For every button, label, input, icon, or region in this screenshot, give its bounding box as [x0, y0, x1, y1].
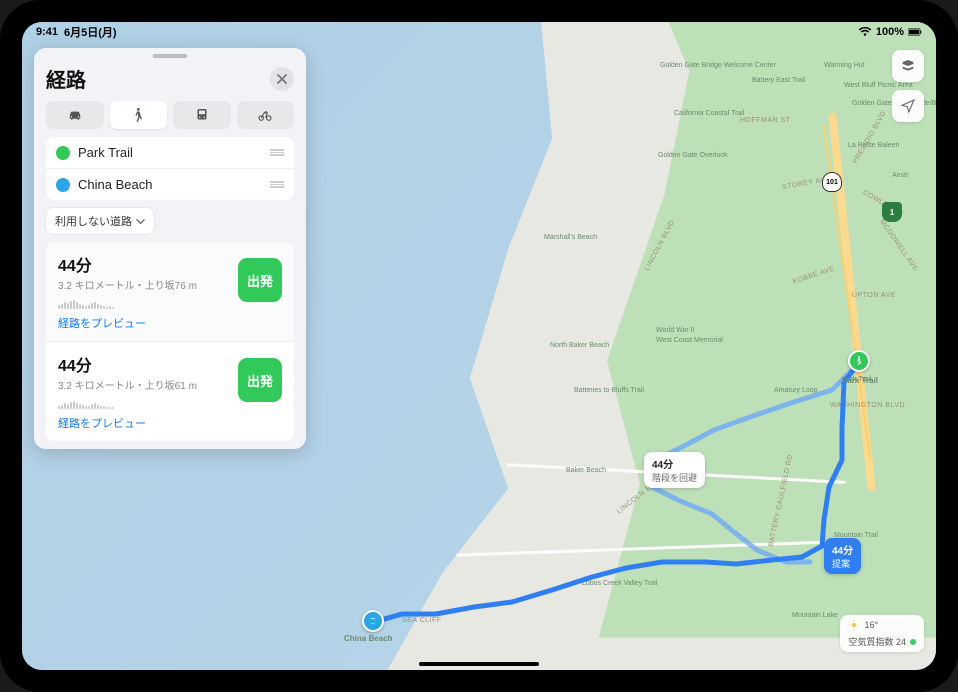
location-arrow-icon: [900, 98, 916, 114]
start-dot-icon: [56, 146, 70, 160]
status-date: 6月5日(月): [64, 24, 117, 40]
transport-mode-selector: [34, 101, 306, 137]
waypoint-start-label: Park Trail: [78, 145, 133, 160]
avoid-roads-label: 利用しない道路: [55, 213, 132, 229]
marker-start[interactable]: [848, 350, 870, 372]
callout-note: 提案: [832, 557, 853, 570]
chevron-down-icon: [136, 217, 145, 226]
sun-icon: [848, 619, 860, 631]
map-layers-icon: [900, 58, 916, 74]
preview-route-link[interactable]: 経路をプレビュー: [58, 315, 282, 331]
home-indicator[interactable]: [419, 662, 539, 666]
waypoint-end-label: China Beach: [78, 177, 152, 192]
go-button[interactable]: 出発: [238, 358, 282, 402]
callout-note: 階段を回避: [652, 471, 697, 484]
preview-route-link[interactable]: 経路をプレビュー: [58, 415, 282, 431]
car-icon: [66, 106, 84, 124]
wifi-icon: [858, 27, 872, 37]
close-button[interactable]: [270, 67, 294, 91]
avoid-roads-button[interactable]: 利用しない道路: [46, 208, 154, 234]
marker-start-label: Park Trail: [842, 376, 878, 385]
route-option-2[interactable]: 44分 3.2 キロメートル・上り坂61 m 経路をプレビュー 出発: [46, 342, 294, 441]
panel-title: 経路: [46, 64, 86, 93]
reorder-handle-icon[interactable]: [270, 181, 284, 188]
route-option-1[interactable]: 44分 3.2 キロメートル・上り坂76 m 経路をプレビュー 出発: [46, 242, 294, 342]
beach-icon: [367, 615, 379, 627]
status-battery-pct: 100%: [876, 26, 904, 38]
status-bar: 9:41 6月5日(月) 100%: [22, 22, 936, 42]
marker-end-label: China Beach: [344, 634, 392, 643]
status-time: 9:41: [36, 26, 58, 38]
map-layers-button[interactable]: [892, 50, 924, 82]
reorder-handle-icon[interactable]: [270, 149, 284, 156]
directions-panel: 経路: [34, 48, 306, 449]
waypoint-start[interactable]: Park Trail: [46, 137, 294, 169]
close-icon: [277, 74, 287, 84]
aqi-dot-icon: [910, 639, 916, 645]
mode-bike[interactable]: [237, 101, 295, 129]
drag-handle[interactable]: [153, 54, 187, 58]
route-callout-main[interactable]: 44分 提案: [824, 538, 861, 574]
transit-icon: [193, 106, 211, 124]
route-options: 44分 3.2 キロメートル・上り坂76 m 経路をプレビュー 出発 44分 3…: [46, 242, 294, 441]
ipad-frame: 9:41 6月5日(月) 100% Golden Gate Bridge Wel…: [0, 0, 958, 692]
mode-walk[interactable]: [110, 101, 168, 129]
route-callout-alt[interactable]: 44分 階段を回避: [644, 452, 705, 488]
waypoints-list: Park Trail China Beach: [46, 137, 294, 200]
weather-aqi: 空気質指数 24: [848, 635, 906, 648]
screen: 9:41 6月5日(月) 100% Golden Gate Bridge Wel…: [22, 22, 936, 670]
map-controls: [892, 50, 924, 122]
mode-transit[interactable]: [173, 101, 231, 129]
weather-widget[interactable]: 16° 空気質指数 24: [840, 615, 924, 652]
end-dot-icon: [56, 178, 70, 192]
mode-car[interactable]: [46, 101, 104, 129]
weather-temp: 16°: [864, 620, 878, 630]
battery-icon: [908, 27, 922, 37]
callout-time: 44分: [832, 542, 853, 557]
marker-end[interactable]: [362, 610, 384, 632]
go-button[interactable]: 出発: [238, 258, 282, 302]
waypoint-end[interactable]: China Beach: [46, 169, 294, 200]
device-pill: [455, 2, 503, 6]
walk-icon: [129, 106, 147, 124]
callout-time: 44分: [652, 456, 697, 471]
locate-me-button[interactable]: [892, 90, 924, 122]
walk-icon: [853, 355, 865, 367]
bike-icon: [256, 106, 274, 124]
